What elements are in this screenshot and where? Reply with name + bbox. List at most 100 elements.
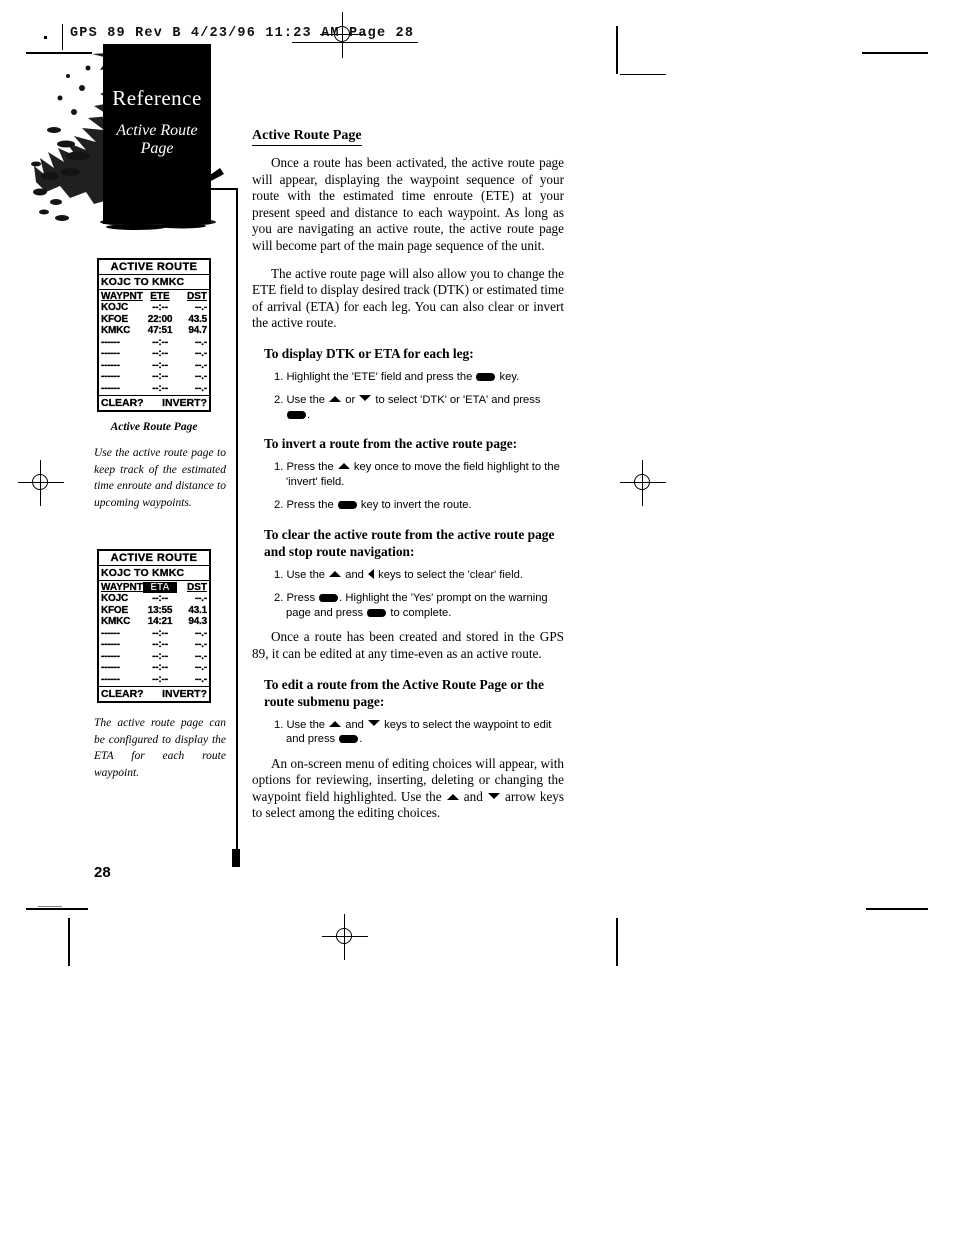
screen-route-label: KOJC TO KMKC: [99, 566, 209, 581]
column-header-dst: DST: [187, 582, 207, 593]
step-text-end: key.: [496, 370, 520, 383]
enter-key-icon: [339, 735, 359, 744]
step: 2. Use the or to select 'DTK' or 'ETA' a…: [274, 394, 541, 421]
screen-row: ------ --:-- --.-: [101, 348, 207, 360]
screen-row: KFOE 22:00 43.5: [101, 313, 207, 326]
step-text: Use the: [286, 718, 329, 731]
registration-mark-bottom: [322, 914, 368, 960]
field-options-paragraph: The active route page will also allow yo…: [252, 265, 564, 331]
page-title: Active Route Page: [252, 128, 362, 146]
screen-route-label: KOJC TO KMKC: [99, 275, 209, 290]
crop-mark-bottom-left-v: [68, 918, 70, 966]
row-value: --:--: [152, 650, 168, 662]
procedure-4-heading: To edit a route from the Active Route Pa…: [264, 676, 544, 709]
step-number: 1.: [274, 370, 284, 383]
row-value: --:--: [152, 627, 168, 639]
screen-row: ------ --:-- --.-: [101, 627, 207, 640]
row-waypoint: KFOE: [101, 604, 128, 616]
row-waypoint: ------: [101, 650, 120, 662]
row-dst: 43.5: [188, 313, 207, 325]
column-header-dst: DST: [187, 291, 207, 302]
invert-prompt: INVERT?: [162, 397, 207, 409]
step-text-end: keys to select the 'clear' field.: [375, 568, 523, 581]
clear-prompt: CLEAR?: [101, 397, 144, 409]
screen-row: ------ --:-- --.-: [101, 662, 207, 674]
row-dst: --.-: [195, 650, 207, 662]
row-waypoint: ------: [101, 673, 120, 685]
main-text-column: Active Route Page Once a route has been …: [252, 126, 564, 833]
step-number: 1.: [274, 568, 284, 581]
screen-title: ACTIVE ROUTE: [99, 551, 209, 566]
row-dst: --.-: [195, 627, 207, 639]
procedure-4-steps: 1. Use the and keys to select the waypoi…: [252, 718, 564, 747]
screen-rows: KOJC --:-- --.- KFOE 13:55 43.1 KMKC 14:…: [99, 593, 209, 686]
figure-2-caption-body: The active route page can be configured …: [94, 717, 226, 779]
row-dst: --.-: [195, 639, 207, 650]
row-waypoint: ------: [101, 639, 120, 650]
screen-title: ACTIVE ROUTE: [99, 260, 209, 275]
page-number: 28: [94, 864, 111, 881]
row-waypoint: KMKC: [101, 325, 131, 336]
screen-row: ------ --:-- --.-: [101, 359, 207, 372]
row-dst: 43.1: [188, 604, 207, 616]
row-waypoint: ------: [101, 371, 120, 382]
crop-mark-right-upper-h: [620, 74, 666, 76]
screen-footer: CLEAR? INVERT?: [99, 686, 209, 701]
figure-2: ACTIVE ROUTE KOJC TO KMKC WAYPNT ETA DST…: [78, 549, 230, 781]
figure-1-caption-body: Use the active route page to keep track …: [94, 447, 226, 509]
row-dst: --.-: [195, 593, 207, 604]
row-value: --:--: [152, 302, 168, 313]
row-value: --:--: [152, 662, 168, 673]
row-value: --:--: [152, 673, 168, 685]
crop-mark-bottom-left-h: [26, 908, 88, 910]
tab-subtitle-line2: Page: [140, 140, 174, 157]
row-value: 13:55: [147, 604, 173, 616]
edit-intro-paragraph: Once a route has been created and stored…: [252, 629, 564, 662]
screen-row: KOJC --:-- --.-: [101, 302, 207, 314]
tab-subtitle: Active Route Page: [103, 122, 211, 158]
crop-mark-top-right-v: [616, 26, 618, 74]
crop-mark-top-right-h: [862, 52, 928, 54]
enter-key-icon: [337, 501, 357, 510]
tab-chapter-label: Reference: [112, 86, 202, 110]
tab-subtitle-line1: Active Route: [116, 122, 198, 139]
step-text: Press the: [286, 499, 337, 512]
arrow-up-icon: [446, 793, 459, 800]
enter-key-icon: [367, 608, 387, 617]
screen-row: ------ --:-- --.-: [101, 336, 207, 349]
screen-footer: CLEAR? INVERT?: [99, 395, 209, 410]
procedure-2-steps: 1. Press the key once to move the field …: [252, 460, 564, 513]
procedure-2-heading: To invert a route from the active route …: [264, 436, 518, 452]
column-rule-vertical: [236, 188, 238, 864]
row-dst: --.-: [195, 359, 207, 371]
row-dst: --.-: [195, 662, 207, 673]
enter-key-icon: [319, 594, 339, 603]
column-header-eta-highlighted: ETA: [143, 582, 177, 593]
step-text-end: to complete.: [387, 606, 452, 619]
step-text-end: key to invert the route.: [357, 499, 472, 512]
row-waypoint: KOJC: [101, 302, 128, 313]
row-dst: 94.7: [188, 325, 207, 336]
arrow-up-icon: [329, 396, 342, 403]
closing-paragraph: An on-screen menu of editing choices wil…: [252, 756, 564, 822]
gps-screen-eta: ACTIVE ROUTE KOJC TO KMKC WAYPNT ETA DST…: [97, 549, 211, 703]
tab-swash-flourish: [182, 168, 224, 192]
head-underline: [292, 42, 418, 44]
scan-speckle: [38, 906, 62, 907]
step-text: Use the: [286, 394, 329, 407]
row-waypoint: ------: [101, 336, 120, 348]
screen-row: KFOE 13:55 43.1: [101, 604, 207, 617]
row-dst: --.-: [195, 382, 207, 394]
arrow-down-icon: [368, 719, 381, 726]
row-dst: --.-: [195, 336, 207, 348]
enter-key-icon: [476, 372, 496, 381]
screen-column-headers: WAYPNT ETA DST: [99, 581, 209, 593]
procedure-1-heading: To display DTK or ETA for each leg:: [264, 345, 474, 361]
step-number: 2.: [274, 592, 284, 605]
step-number: 1.: [274, 718, 284, 731]
figure-1-caption-title: Active Route Page: [110, 421, 198, 433]
screen-row: ------ --:-- --.-: [101, 371, 207, 383]
enter-key-icon: [287, 410, 306, 419]
clear-prompt: CLEAR?: [101, 688, 144, 700]
step-text: Press the: [286, 461, 337, 474]
